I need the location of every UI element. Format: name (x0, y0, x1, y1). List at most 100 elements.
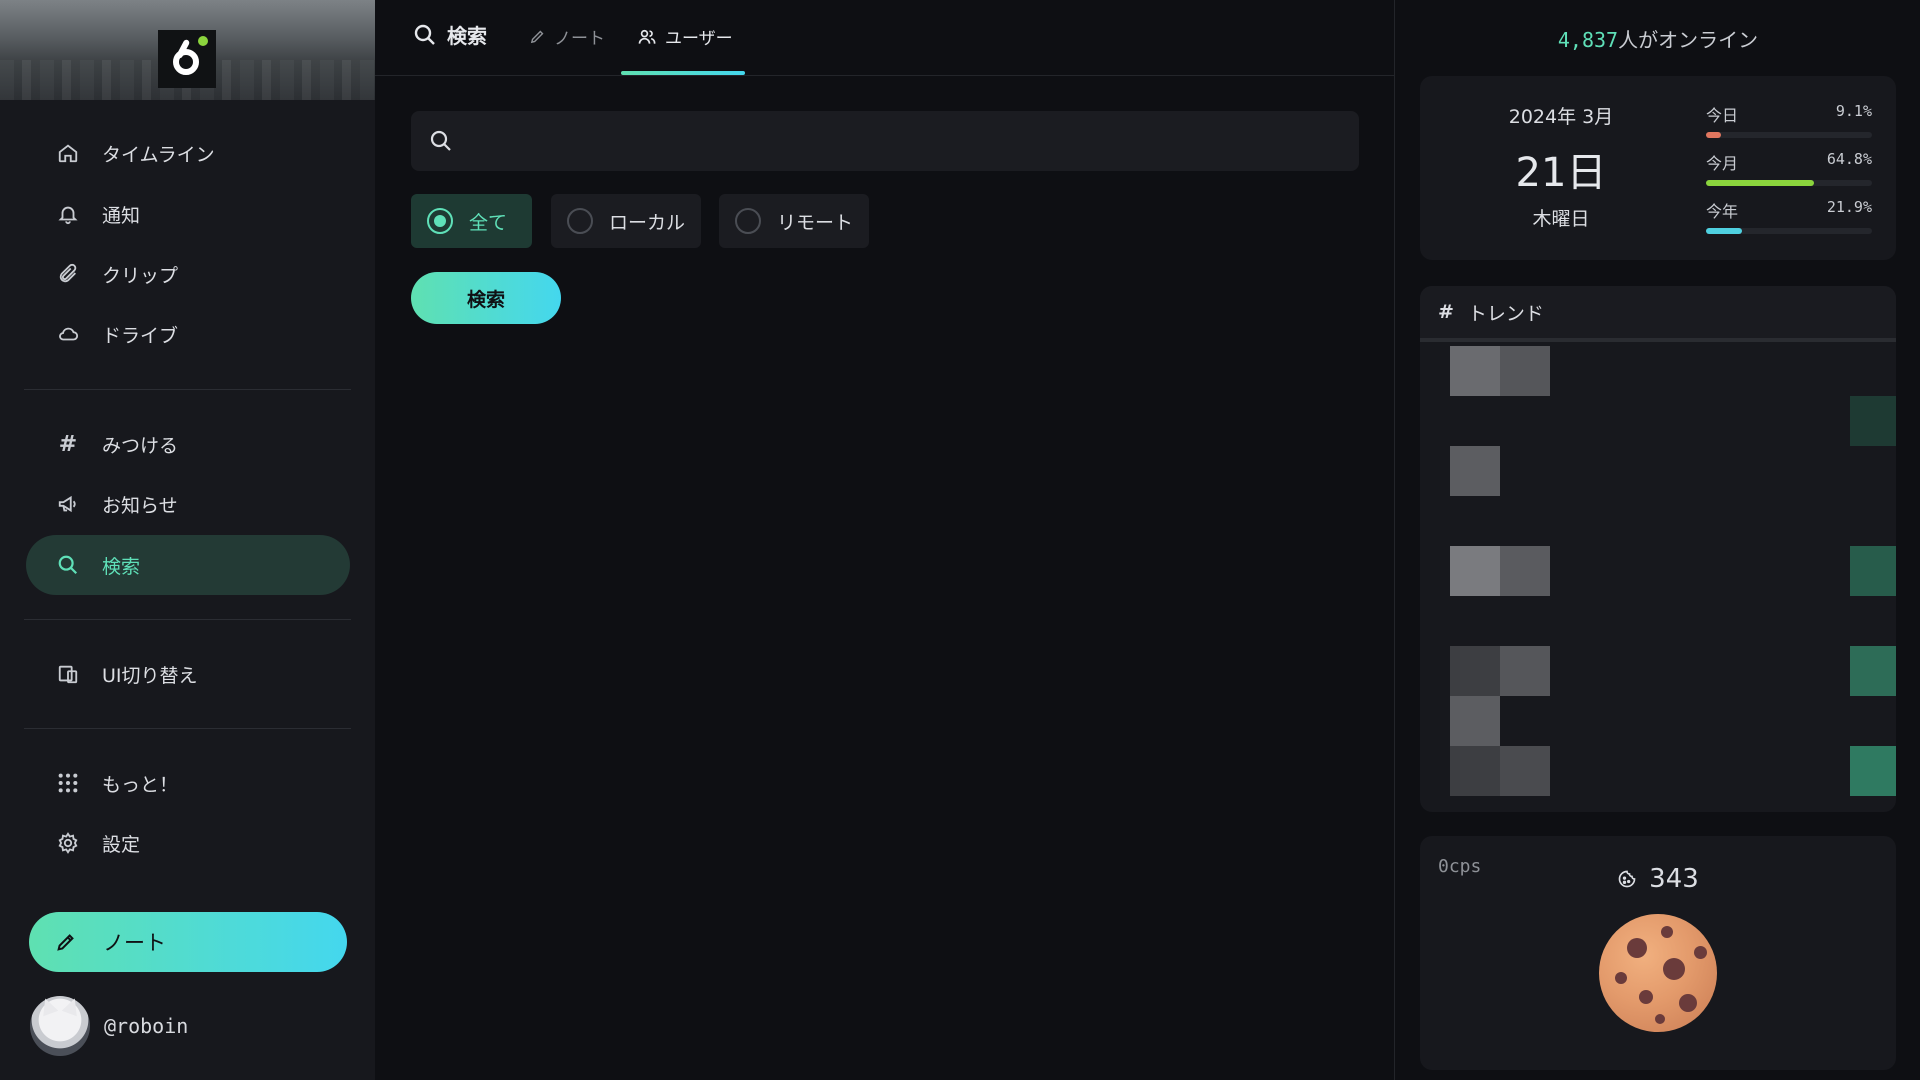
sidebar-item-search[interactable]: 検索 (26, 535, 350, 595)
progress-bar (1706, 180, 1872, 186)
instance-logo[interactable] (158, 30, 216, 88)
progress-percent: 9.1% (1835, 102, 1872, 120)
radio-label: ローカル (609, 211, 686, 234)
pencil-icon (55, 931, 77, 953)
trend-placeholder-block (1450, 346, 1500, 396)
logo-icon (170, 36, 208, 79)
compose-note-button[interactable]: ノート (29, 912, 347, 972)
calendar-weekday: 木曜日 (1532, 208, 1590, 230)
search-button[interactable]: 検索 (411, 272, 561, 324)
trend-title: トレンド (1467, 302, 1544, 325)
avatar[interactable] (30, 996, 90, 1056)
radio-circle[interactable] (567, 208, 593, 234)
tab-notes[interactable]: ノート (529, 24, 605, 49)
account-handle: @roboin (104, 1014, 189, 1038)
trend-placeholder-block (1500, 746, 1550, 796)
radio-circle[interactable] (427, 208, 453, 234)
sidebar-item-clips[interactable]: クリップ (26, 244, 350, 304)
account-menu[interactable]: @roboin (30, 996, 188, 1056)
calendar-day: 21日 (1515, 150, 1607, 196)
sidebar-item-label: 検索 (102, 555, 141, 578)
bell-icon (56, 202, 80, 226)
sidebar-item-label: タイムライン (102, 143, 215, 166)
sidebar-divider (24, 389, 351, 390)
search-icon (429, 129, 453, 153)
online-count: 4,837 (1557, 28, 1619, 52)
progress-year: 今年 21.9% (1706, 198, 1872, 234)
sidebar-item-label: もっと！ (102, 773, 179, 796)
hash-icon: # (58, 431, 78, 457)
tab-users[interactable]: ユーザー (637, 24, 733, 49)
progress-fill (1706, 180, 1814, 186)
calendar-widget: 2024年 3月 21日 木曜日 今日 9.1% 今月 64.8% 今年 21.… (1420, 76, 1896, 260)
users-icon (637, 27, 657, 47)
progress-month: 今月 64.8% (1706, 150, 1872, 186)
megaphone-icon (56, 492, 80, 516)
sidebar-item-label: UI切り替え (102, 664, 198, 687)
origin-option-local[interactable]: ローカル (551, 194, 701, 248)
page-title: 検索 (413, 20, 487, 49)
progress-bar (1706, 228, 1872, 234)
progress-percent: 21.9% (1826, 198, 1872, 216)
trend-placeholder-block (1450, 746, 1500, 796)
trend-placeholder-chart (1850, 396, 1896, 446)
sidebar-item-settings[interactable]: 設定 (26, 813, 350, 873)
sidebar-item-notifications[interactable]: 通知 (26, 184, 350, 244)
trend-placeholder-block (1450, 646, 1500, 696)
sidebar-item-label: お知らせ (102, 494, 178, 517)
pencil-icon (529, 28, 546, 45)
sidebar: タイムライン 通知 クリップ ドライブ # みつける お知らせ 検索 UI切り替… (0, 0, 375, 1080)
radio-circle[interactable] (735, 208, 761, 234)
sidebar-item-timeline[interactable]: タイムライン (26, 123, 350, 183)
sidebar-item-label: ドライブ (102, 324, 179, 347)
trend-placeholder-chart (1850, 746, 1896, 796)
origin-option-all[interactable]: 全て (411, 194, 532, 248)
page-title-label: 検索 (447, 24, 487, 48)
trend-placeholder-block (1450, 546, 1500, 596)
tab-label: ノート (554, 29, 605, 49)
progress-today: 今日 9.1% (1706, 102, 1872, 138)
radio-label: リモート (777, 211, 854, 234)
sidebar-item-drive[interactable]: ドライブ (26, 304, 350, 364)
grid-dots-icon (56, 771, 80, 795)
sidebar-item-label: みつける (102, 434, 179, 457)
sidebar-item-explore[interactable]: # みつける (26, 414, 350, 474)
trend-widget: # トレンド (1420, 286, 1896, 812)
sidebar-item-announcements[interactable]: お知らせ (26, 474, 350, 534)
progress-bar (1706, 132, 1872, 138)
sidebar-item-ui-switch[interactable]: UI切り替え (26, 644, 350, 704)
sidebar-item-label: 設定 (102, 833, 141, 856)
compose-note-label: ノート (103, 931, 166, 955)
tab-label: ユーザー (665, 29, 733, 49)
calendar-date: 2024年 3月 21日 木曜日 (1420, 76, 1702, 260)
widgets-column: 4,837人がオンライン 2024年 3月 21日 木曜日 今日 9.1% 今月… (1396, 0, 1920, 1080)
search-input[interactable] (469, 130, 1349, 152)
cookie-button[interactable] (1599, 914, 1717, 1032)
trend-placeholder-chart (1850, 646, 1896, 696)
devices-icon (56, 662, 80, 686)
cloud-icon (56, 322, 80, 346)
hash-icon: # (1438, 301, 1454, 323)
cookie-count-value: 343 (1649, 864, 1699, 894)
cookie-count: 343 (1420, 864, 1896, 894)
sidebar-item-more[interactable]: もっと！ (26, 753, 350, 813)
page-header: 検索 ノート ユーザー (375, 0, 1395, 76)
active-tab-indicator (621, 71, 745, 75)
trend-placeholder-block (1500, 646, 1550, 696)
sidebar-item-label: 通知 (102, 204, 141, 227)
trend-header: # トレンド (1420, 286, 1896, 342)
trend-placeholder-block (1450, 446, 1500, 496)
online-users: 4,837人がオンライン (1396, 24, 1920, 53)
trend-placeholder-block (1500, 546, 1550, 596)
search-icon (413, 23, 437, 47)
search-field[interactable] (411, 111, 1359, 171)
main-column: 検索 ノート ユーザー 全て ローカル リモート 検索 (375, 0, 1395, 1080)
gear-icon (56, 831, 80, 855)
app: タイムライン 通知 クリップ ドライブ # みつける お知らせ 検索 UI切り替… (0, 0, 1920, 1080)
home-icon (56, 141, 80, 165)
origin-option-remote[interactable]: リモート (719, 194, 869, 248)
progress-fill (1706, 228, 1743, 234)
progress-percent: 64.8% (1826, 150, 1872, 168)
cookie-icon (1617, 869, 1637, 889)
progress-fill (1706, 132, 1722, 138)
